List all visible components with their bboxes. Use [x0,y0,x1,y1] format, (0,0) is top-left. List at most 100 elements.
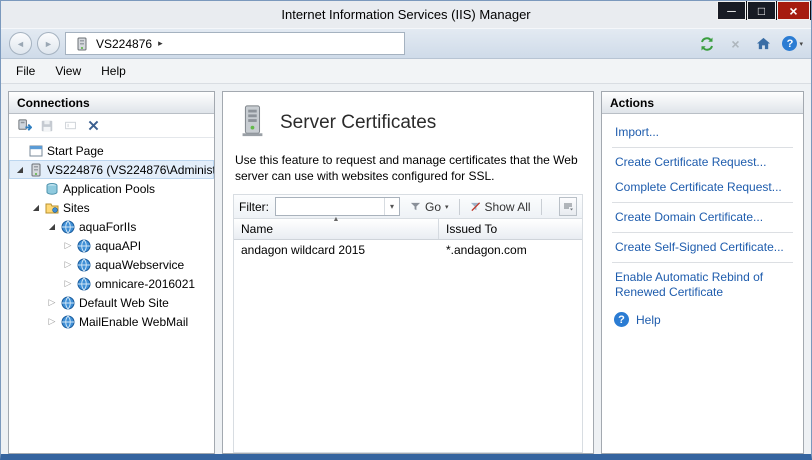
tree-item-aquawebservice[interactable]: ▷ aquaWebservice [9,255,214,274]
clear-filter-icon [470,201,481,212]
expand-arrow-icon[interactable]: ◢ [29,203,43,212]
application-pools-icon [43,181,60,196]
window-title: Internet Information Services (IIS) Mana… [281,7,530,22]
server-icon [27,162,44,177]
connect-icon [17,118,32,133]
column-header-name[interactable]: ▲ Name [234,219,439,239]
minimize-button[interactable]: ─ [717,1,747,20]
rename-button[interactable] [62,118,78,134]
save-button[interactable] [39,118,55,134]
divider [612,202,793,203]
tree-item-omnicare[interactable]: ▷ omnicare-2016021 [9,274,214,293]
connections-panel: Connections Start Page [8,91,215,454]
expand-arrow-icon[interactable]: ▷ [45,316,59,327]
tree-item-application-pools[interactable]: Application Pools [9,179,214,198]
help-icon: ? [614,312,629,327]
create-certificate-request-link[interactable]: Create Certificate Request... [612,150,793,175]
breadcrumb[interactable]: VS224876 ▸ [65,32,405,55]
tree-item-sites[interactable]: ◢ Sites [9,198,214,217]
expand-arrow-icon[interactable]: ▷ [61,278,75,289]
connect-button[interactable] [16,118,32,134]
connections-toolbar [9,114,214,138]
divider [612,232,793,233]
import-link[interactable]: Import... [612,120,793,145]
forward-icon: ► [44,39,53,49]
iis-manager-window: Internet Information Services (IIS) Mana… [0,0,812,460]
filter-combo: ▾ [275,197,400,216]
close-button[interactable]: × [777,1,811,20]
back-button[interactable]: ◄ [9,32,32,55]
column-header-issued-to[interactable]: Issued To [439,219,582,239]
tree-item-aquaapi[interactable]: ▷ aquaAPI [9,236,214,255]
forward-button[interactable]: ► [37,32,60,55]
address-bar: ◄ ► VS224876 ▸ × ? ▾ [1,28,811,59]
site-globe-icon [75,238,92,253]
enable-automatic-rebind-link[interactable]: Enable Automatic Rebind of Renewed Certi… [612,265,793,305]
expand-arrow-icon[interactable]: ▷ [61,259,75,270]
create-self-signed-certificate-link[interactable]: Create Self-Signed Certificate... [612,235,793,260]
save-icon [40,119,54,133]
tree-item-default-web-site[interactable]: ▷ Default Web Site [9,293,214,312]
filter-input[interactable] [276,198,384,215]
breadcrumb-item-server[interactable]: VS224876 [96,37,152,51]
help-button[interactable]: ? ▾ [782,35,803,53]
stop-icon: × [731,36,739,52]
certificate-issued-to: *.andagon.com [439,243,534,257]
close-icon: × [789,3,797,19]
certificate-name: andagon wildcard 2015 [234,243,439,257]
minimize-icon: ─ [727,4,736,18]
rename-icon [64,119,77,132]
chevron-right-icon[interactable]: ▸ [158,38,163,49]
tree-item-aquaforiis[interactable]: ◢ aquaForIIs [9,217,214,236]
restart-icon [699,36,715,52]
feature-panel: Server Certificates Use this feature to … [222,91,594,454]
divider [612,262,793,263]
list-header: ▲ Name Issued To [234,219,582,240]
restart-button[interactable] [698,35,716,53]
home-button[interactable] [754,35,772,53]
tree-item-label: Default Web Site [76,296,169,310]
maximize-button[interactable]: □ [747,1,777,20]
site-globe-icon [59,219,76,234]
maximize-icon: □ [758,4,765,18]
complete-certificate-request-link[interactable]: Complete Certificate Request... [612,175,793,200]
stop-button[interactable]: × [726,35,744,53]
filter-label: Filter: [239,200,269,214]
tree-item-label: aquaWebservice [92,258,184,272]
workspace: Connections Start Page [1,84,811,454]
create-domain-certificate-link[interactable]: Create Domain Certificate... [612,205,793,230]
site-globe-icon [59,314,76,329]
titlebar[interactable]: Internet Information Services (IIS) Mana… [1,1,811,28]
filter-funnel-icon [410,201,421,212]
sites-folder-icon [43,200,60,215]
site-globe-icon [59,295,76,310]
expand-arrow-icon[interactable]: ▷ [45,297,59,308]
tree-item-label: omnicare-2016021 [92,277,195,291]
menu-view[interactable]: View [45,61,91,81]
combo-dropdown-icon[interactable]: ▾ [384,198,399,215]
feature-header: Server Certificates [223,92,593,143]
toolbar-divider [459,199,460,215]
server-certificates-icon [235,104,269,141]
home-icon [756,36,771,51]
expand-arrow-icon[interactable]: ◢ [13,165,27,174]
tree-item-mailenable-webmail[interactable]: ▷ MailEnable WebMail [9,312,214,331]
group-by-button[interactable] [559,197,577,216]
tree-item-server[interactable]: ◢ VS224876 (VS224876\Administ [9,160,214,179]
connections-header: Connections [9,92,214,114]
help-icon: ? [782,36,797,51]
menu-file[interactable]: File [6,61,45,81]
site-globe-icon [75,257,92,272]
expand-arrow-icon[interactable]: ◢ [45,222,59,231]
page-title: Server Certificates [280,112,436,134]
sort-ascending-icon: ▲ [333,216,340,223]
help-link[interactable]: Help [636,313,661,327]
show-all-button[interactable]: Show All [466,198,535,216]
expand-arrow-icon[interactable]: ▷ [61,240,75,251]
certificates-list: ▲ Name Issued To andagon wildcard 2015 *… [233,219,583,453]
delete-connection-button[interactable] [85,118,101,134]
menu-help[interactable]: Help [91,61,136,81]
go-button[interactable]: Go ▾ [406,198,453,216]
certificate-row[interactable]: andagon wildcard 2015 *.andagon.com [234,240,582,260]
tree-item-start-page[interactable]: Start Page [9,141,214,160]
